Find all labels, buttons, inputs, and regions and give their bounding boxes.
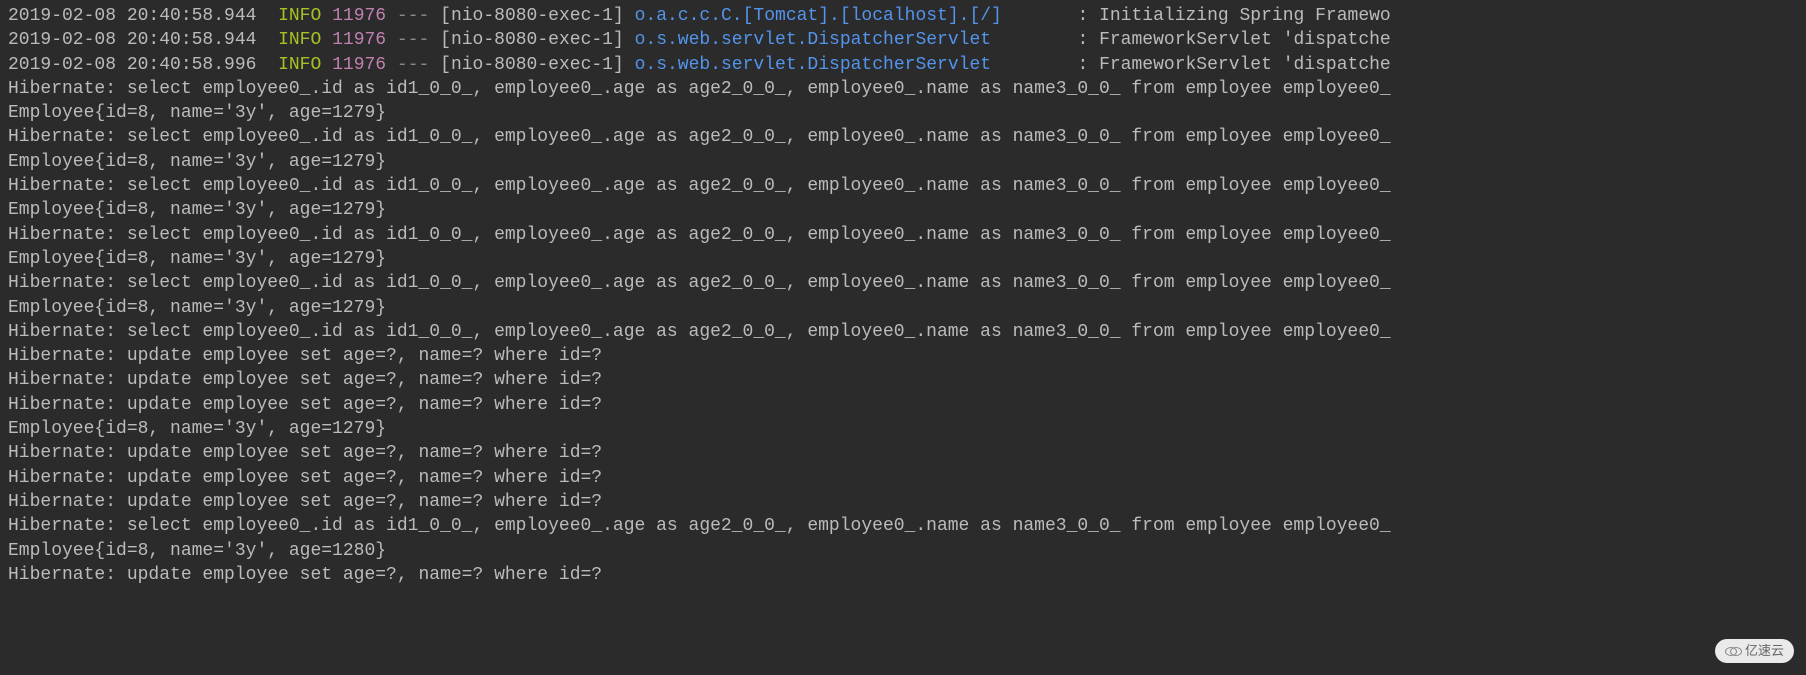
watermark-badge: 亿速云 xyxy=(1715,639,1794,663)
log-timestamp: 2019-02-08 20:40:58.944 xyxy=(8,6,256,26)
log-line-entity: Employee{id=8, name='3y', age=1279} xyxy=(8,198,1798,222)
log-message: : FrameworkServlet 'dispatche xyxy=(1067,30,1391,50)
log-logger: o.s.web.servlet.DispatcherServlet xyxy=(635,55,1067,75)
log-line-spring: 2019-02-08 20:40:58.996 INFO 11976 --- [… xyxy=(8,53,1798,77)
log-separator: --- xyxy=(397,6,429,26)
log-separator: --- xyxy=(397,30,429,50)
log-line-hibernate: Hibernate: select employee0_.id as id1_0… xyxy=(8,174,1798,198)
log-level: INFO xyxy=(278,55,321,75)
log-line-hibernate: Hibernate: select employee0_.id as id1_0… xyxy=(8,125,1798,149)
log-thread: [nio-8080-exec-1] xyxy=(440,30,624,50)
log-line-hibernate: Hibernate: select employee0_.id as id1_0… xyxy=(8,271,1798,295)
log-line-hibernate: Hibernate: select employee0_.id as id1_0… xyxy=(8,77,1798,101)
log-line-hibernate: Hibernate: update employee set age=?, na… xyxy=(8,563,1798,587)
log-line-hibernate: Hibernate: update employee set age=?, na… xyxy=(8,466,1798,490)
log-line-hibernate: Hibernate: update employee set age=?, na… xyxy=(8,441,1798,465)
log-level: INFO xyxy=(278,6,321,26)
log-pid: 11976 xyxy=(332,55,386,75)
log-line-entity: Employee{id=8, name='3y', age=1279} xyxy=(8,150,1798,174)
log-line-hibernate: Hibernate: update employee set age=?, na… xyxy=(8,344,1798,368)
log-line-hibernate: Hibernate: update employee set age=?, na… xyxy=(8,393,1798,417)
log-line-entity: Employee{id=8, name='3y', age=1279} xyxy=(8,101,1798,125)
log-line-hibernate: Hibernate: update employee set age=?, na… xyxy=(8,368,1798,392)
log-line-hibernate: Hibernate: select employee0_.id as id1_0… xyxy=(8,514,1798,538)
log-line-hibernate: Hibernate: update employee set age=?, na… xyxy=(8,490,1798,514)
log-line-entity: Employee{id=8, name='3y', age=1279} xyxy=(8,247,1798,271)
log-thread: [nio-8080-exec-1] xyxy=(440,55,624,75)
log-pid: 11976 xyxy=(332,30,386,50)
log-logger: o.a.c.c.C.[Tomcat].[localhost].[/] xyxy=(635,6,1067,26)
log-line-hibernate: Hibernate: select employee0_.id as id1_0… xyxy=(8,223,1798,247)
cloud-icon xyxy=(1725,646,1741,656)
log-line-entity: Employee{id=8, name='3y', age=1280} xyxy=(8,539,1798,563)
log-line-entity: Employee{id=8, name='3y', age=1279} xyxy=(8,417,1798,441)
log-message: : FrameworkServlet 'dispatche xyxy=(1067,55,1391,75)
watermark-text: 亿速云 xyxy=(1745,642,1784,660)
log-level: INFO xyxy=(278,30,321,50)
log-timestamp: 2019-02-08 20:40:58.996 xyxy=(8,55,256,75)
log-message: : Initializing Spring Framewo xyxy=(1067,6,1391,26)
log-logger: o.s.web.servlet.DispatcherServlet xyxy=(635,30,1067,50)
log-line-spring: 2019-02-08 20:40:58.944 INFO 11976 --- [… xyxy=(8,28,1798,52)
console-output[interactable]: 2019-02-08 20:40:58.944 INFO 11976 --- [… xyxy=(8,4,1798,587)
log-line-spring: 2019-02-08 20:40:58.944 INFO 11976 --- [… xyxy=(8,4,1798,28)
log-thread: [nio-8080-exec-1] xyxy=(440,6,624,26)
log-line-entity: Employee{id=8, name='3y', age=1279} xyxy=(8,296,1798,320)
log-line-hibernate: Hibernate: select employee0_.id as id1_0… xyxy=(8,320,1798,344)
log-timestamp: 2019-02-08 20:40:58.944 xyxy=(8,30,256,50)
log-pid: 11976 xyxy=(332,6,386,26)
log-separator: --- xyxy=(397,55,429,75)
